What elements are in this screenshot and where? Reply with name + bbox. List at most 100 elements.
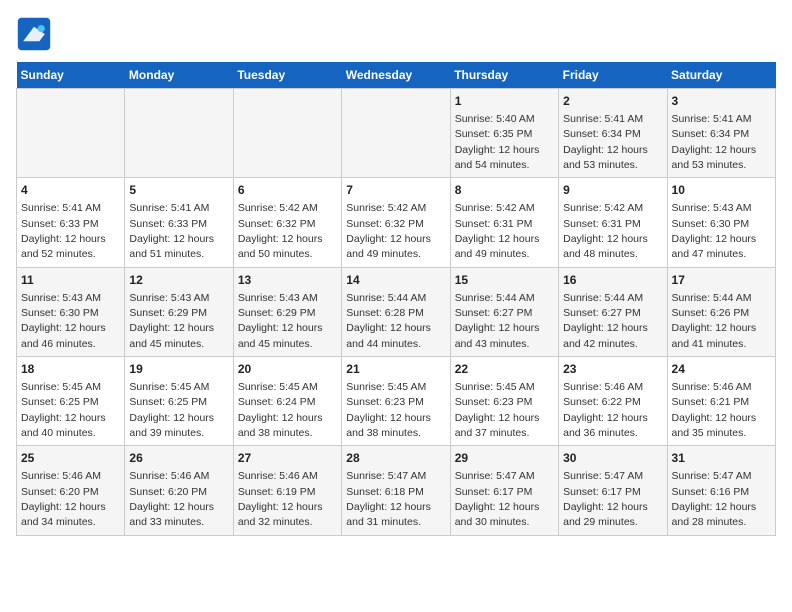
day-info: Sunrise: 5:47 AM Sunset: 6:18 PM Dayligh… (346, 470, 431, 528)
day-info: Sunrise: 5:45 AM Sunset: 6:23 PM Dayligh… (346, 381, 431, 439)
day-info: Sunrise: 5:41 AM Sunset: 6:33 PM Dayligh… (21, 202, 106, 260)
calendar-cell: 30 Sunrise: 5:47 AM Sunset: 6:17 PM Dayli… (559, 446, 667, 535)
day-number: 1 (455, 93, 554, 110)
calendar-cell: 7 Sunrise: 5:42 AM Sunset: 6:32 PM Daylig… (342, 178, 450, 267)
day-of-week-header: Thursday (450, 62, 558, 89)
calendar-cell: 14 Sunrise: 5:44 AM Sunset: 6:28 PM Dayli… (342, 267, 450, 356)
day-number: 4 (21, 182, 120, 199)
day-number: 9 (563, 182, 662, 199)
day-number: 25 (21, 450, 120, 467)
calendar-cell: 18 Sunrise: 5:45 AM Sunset: 6:25 PM Dayli… (17, 357, 125, 446)
calendar-cell: 31 Sunrise: 5:47 AM Sunset: 6:16 PM Dayli… (667, 446, 775, 535)
calendar-cell (17, 89, 125, 178)
day-info: Sunrise: 5:43 AM Sunset: 6:30 PM Dayligh… (672, 202, 757, 260)
day-info: Sunrise: 5:40 AM Sunset: 6:35 PM Dayligh… (455, 113, 540, 171)
calendar-cell: 17 Sunrise: 5:44 AM Sunset: 6:26 PM Dayli… (667, 267, 775, 356)
day-number: 3 (672, 93, 771, 110)
logo (16, 16, 56, 52)
day-info: Sunrise: 5:46 AM Sunset: 6:19 PM Dayligh… (238, 470, 323, 528)
day-number: 27 (238, 450, 337, 467)
calendar-cell: 3 Sunrise: 5:41 AM Sunset: 6:34 PM Daylig… (667, 89, 775, 178)
calendar-cell: 23 Sunrise: 5:46 AM Sunset: 6:22 PM Dayli… (559, 357, 667, 446)
day-of-week-header: Tuesday (233, 62, 341, 89)
day-info: Sunrise: 5:46 AM Sunset: 6:21 PM Dayligh… (672, 381, 757, 439)
day-number: 10 (672, 182, 771, 199)
day-of-week-header: Monday (125, 62, 233, 89)
calendar-cell: 21 Sunrise: 5:45 AM Sunset: 6:23 PM Dayli… (342, 357, 450, 446)
day-number: 16 (563, 272, 662, 289)
calendar-cell: 19 Sunrise: 5:45 AM Sunset: 6:25 PM Dayli… (125, 357, 233, 446)
day-info: Sunrise: 5:47 AM Sunset: 6:16 PM Dayligh… (672, 470, 757, 528)
day-of-week-header: Wednesday (342, 62, 450, 89)
day-info: Sunrise: 5:45 AM Sunset: 6:25 PM Dayligh… (129, 381, 214, 439)
day-number: 19 (129, 361, 228, 378)
day-of-week-header: Friday (559, 62, 667, 89)
calendar-cell: 22 Sunrise: 5:45 AM Sunset: 6:23 PM Dayli… (450, 357, 558, 446)
day-info: Sunrise: 5:44 AM Sunset: 6:27 PM Dayligh… (563, 292, 648, 350)
day-number: 26 (129, 450, 228, 467)
day-info: Sunrise: 5:47 AM Sunset: 6:17 PM Dayligh… (455, 470, 540, 528)
day-info: Sunrise: 5:44 AM Sunset: 6:27 PM Dayligh… (455, 292, 540, 350)
day-info: Sunrise: 5:41 AM Sunset: 6:33 PM Dayligh… (129, 202, 214, 260)
day-number: 2 (563, 93, 662, 110)
day-info: Sunrise: 5:43 AM Sunset: 6:29 PM Dayligh… (129, 292, 214, 350)
day-info: Sunrise: 5:46 AM Sunset: 6:22 PM Dayligh… (563, 381, 648, 439)
day-number: 12 (129, 272, 228, 289)
logo-icon (16, 16, 52, 52)
day-info: Sunrise: 5:45 AM Sunset: 6:25 PM Dayligh… (21, 381, 106, 439)
day-of-week-header: Saturday (667, 62, 775, 89)
day-number: 28 (346, 450, 445, 467)
day-info: Sunrise: 5:46 AM Sunset: 6:20 PM Dayligh… (21, 470, 106, 528)
day-info: Sunrise: 5:45 AM Sunset: 6:23 PM Dayligh… (455, 381, 540, 439)
day-number: 6 (238, 182, 337, 199)
day-info: Sunrise: 5:41 AM Sunset: 6:34 PM Dayligh… (672, 113, 757, 171)
calendar-cell: 20Sunrise: 5:45 AM Sunset: 6:24 PM Dayli… (233, 357, 341, 446)
day-number: 31 (672, 450, 771, 467)
day-info: Sunrise: 5:42 AM Sunset: 6:32 PM Dayligh… (346, 202, 431, 260)
calendar-cell (125, 89, 233, 178)
day-info: Sunrise: 5:45 AM Sunset: 6:24 PM Dayligh… (238, 381, 323, 439)
calendar-cell: 1 Sunrise: 5:40 AM Sunset: 6:35 PM Daylig… (450, 89, 558, 178)
calendar-cell: 28 Sunrise: 5:47 AM Sunset: 6:18 PM Dayli… (342, 446, 450, 535)
calendar-cell: 16 Sunrise: 5:44 AM Sunset: 6:27 PM Dayli… (559, 267, 667, 356)
calendar-cell: 2Sunrise: 5:41 AM Sunset: 6:34 PM Daylig… (559, 89, 667, 178)
calendar-cell: 6 Sunrise: 5:42 AM Sunset: 6:32 PM Daylig… (233, 178, 341, 267)
day-info: Sunrise: 5:44 AM Sunset: 6:28 PM Dayligh… (346, 292, 431, 350)
day-info: Sunrise: 5:42 AM Sunset: 6:31 PM Dayligh… (563, 202, 648, 260)
calendar-cell (342, 89, 450, 178)
calendar-cell: 13 Sunrise: 5:43 AM Sunset: 6:29 PM Dayli… (233, 267, 341, 356)
calendar-cell: 8Sunrise: 5:42 AM Sunset: 6:31 PM Daylig… (450, 178, 558, 267)
calendar-cell: 12 Sunrise: 5:43 AM Sunset: 6:29 PM Dayli… (125, 267, 233, 356)
day-info: Sunrise: 5:42 AM Sunset: 6:32 PM Dayligh… (238, 202, 323, 260)
calendar-cell: 29 Sunrise: 5:47 AM Sunset: 6:17 PM Dayli… (450, 446, 558, 535)
calendar-cell: 5 Sunrise: 5:41 AM Sunset: 6:33 PM Daylig… (125, 178, 233, 267)
day-number: 5 (129, 182, 228, 199)
calendar-cell: 25 Sunrise: 5:46 AM Sunset: 6:20 PM Dayli… (17, 446, 125, 535)
day-number: 11 (21, 272, 120, 289)
day-number: 21 (346, 361, 445, 378)
calendar-cell: 26 Sunrise: 5:46 AM Sunset: 6:20 PM Dayli… (125, 446, 233, 535)
day-number: 15 (455, 272, 554, 289)
header (16, 16, 776, 52)
day-number: 22 (455, 361, 554, 378)
calendar-cell: 4 Sunrise: 5:41 AM Sunset: 6:33 PM Daylig… (17, 178, 125, 267)
day-number: 30 (563, 450, 662, 467)
day-info: Sunrise: 5:46 AM Sunset: 6:20 PM Dayligh… (129, 470, 214, 528)
day-number: 23 (563, 361, 662, 378)
calendar-cell: 15 Sunrise: 5:44 AM Sunset: 6:27 PM Dayli… (450, 267, 558, 356)
day-number: 13 (238, 272, 337, 289)
day-info: Sunrise: 5:44 AM Sunset: 6:26 PM Dayligh… (672, 292, 757, 350)
calendar-cell: 11 Sunrise: 5:43 AM Sunset: 6:30 PM Dayli… (17, 267, 125, 356)
calendar-cell (233, 89, 341, 178)
day-number: 29 (455, 450, 554, 467)
day-info: Sunrise: 5:47 AM Sunset: 6:17 PM Dayligh… (563, 470, 648, 528)
day-number: 7 (346, 182, 445, 199)
calendar-cell: 9 Sunrise: 5:42 AM Sunset: 6:31 PM Daylig… (559, 178, 667, 267)
day-info: Sunrise: 5:42 AM Sunset: 6:31 PM Dayligh… (455, 202, 540, 260)
day-info: Sunrise: 5:43 AM Sunset: 6:30 PM Dayligh… (21, 292, 106, 350)
day-number: 14 (346, 272, 445, 289)
calendar-cell: 24Sunrise: 5:46 AM Sunset: 6:21 PM Dayli… (667, 357, 775, 446)
day-number: 18 (21, 361, 120, 378)
day-info: Sunrise: 5:43 AM Sunset: 6:29 PM Dayligh… (238, 292, 323, 350)
day-number: 17 (672, 272, 771, 289)
